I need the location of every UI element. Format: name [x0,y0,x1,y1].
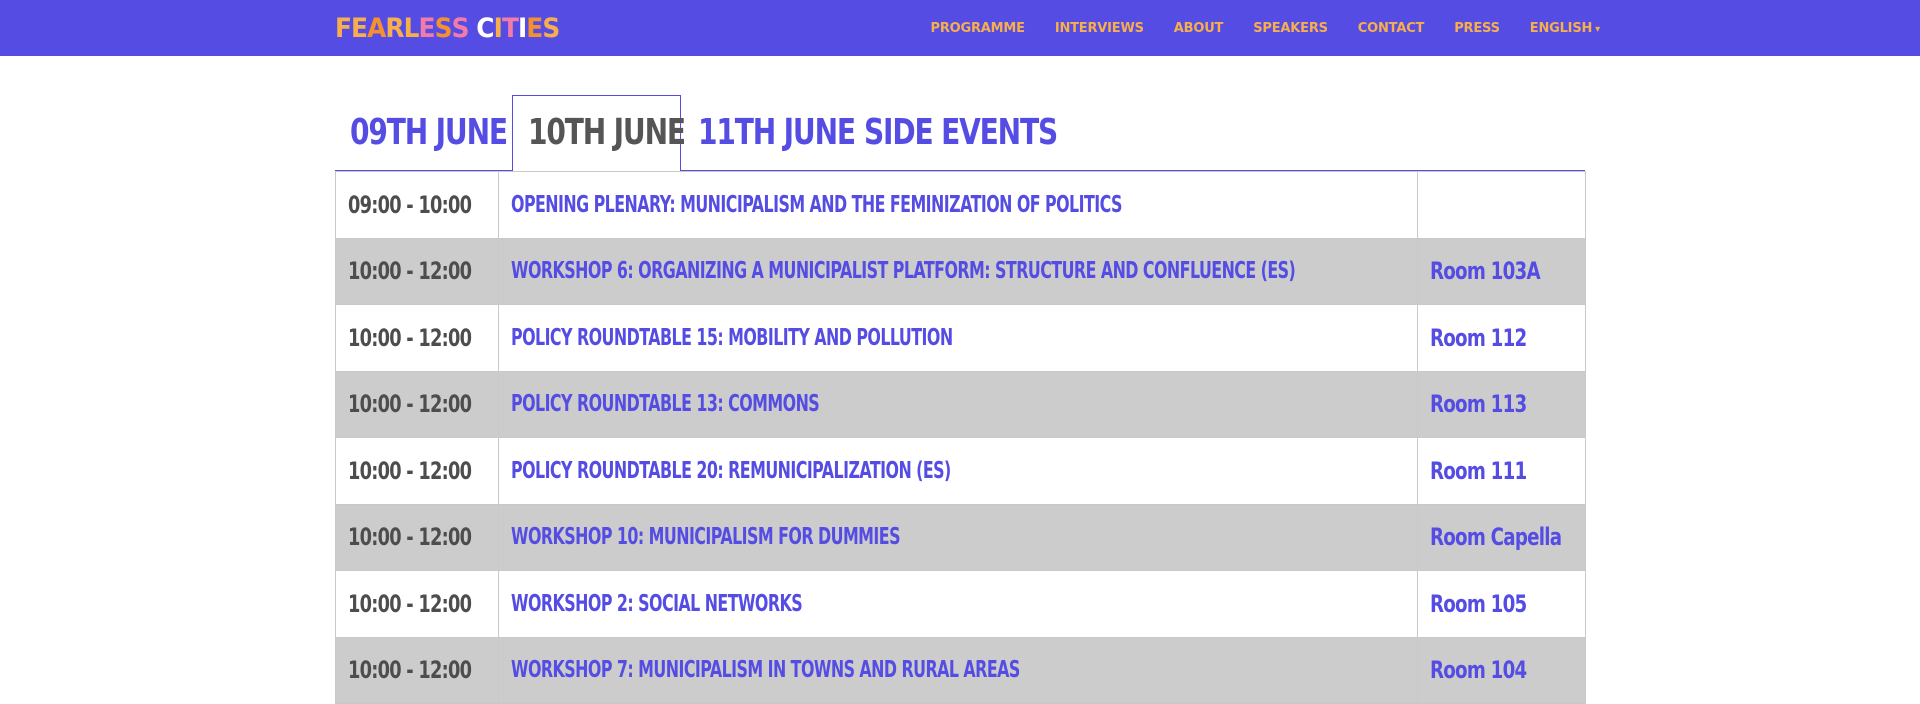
room-cell: Room 111 [1417,437,1586,505]
event-link[interactable]: OPENING PLENARY: MUNICIPALISM AND THE FE… [511,192,1122,218]
time-slot: 10:00 - 12:00 [348,523,472,552]
time-cell: 10:00 - 12:00 [335,503,499,571]
logo-letter: I [517,13,527,44]
event-cell: POLICY ROUNDTABLE 20: REMUNICIPALIZATION… [498,437,1418,505]
logo-letter: L [403,13,420,44]
fearless-cities-logo[interactable]: FEARLESS CITIES [335,13,560,45]
event-cell: OPENING PLENARY: MUNICIPALISM AND THE FE… [498,171,1418,239]
event-link[interactable]: POLICY ROUNDTABLE 20: REMUNICIPALIZATION… [511,458,951,484]
time-slot: 10:00 - 12:00 [348,257,472,286]
event-cell: WORKSHOP 7: MUNICIPALISM IN TOWNS AND RU… [498,636,1418,704]
event-link[interactable]: POLICY ROUNDTABLE 15: MOBILITY AND POLLU… [511,325,953,351]
nav-press[interactable]: PRESS [1454,21,1500,36]
room-cell: Room 103A [1417,237,1586,305]
time-slot: 10:00 - 12:00 [348,390,472,419]
room-label: Room 103A [1430,257,1541,286]
time-slot: 10:00 - 12:00 [348,323,472,352]
event-cell: POLICY ROUNDTABLE 15: MOBILITY AND POLLU… [498,304,1418,372]
table-row: 10:00 - 12:00 POLICY ROUNDTABLE 13: COMM… [335,370,1586,438]
language-label: ENGLISH [1529,20,1593,36]
time-cell: 10:00 - 12:00 [335,304,499,372]
time-slot: 10:00 - 12:00 [348,589,472,618]
main-nav: PROGRAMME INTERVIEWS ABOUT SPEAKERS CONT… [901,0,1601,56]
room-cell: Room 113 [1417,370,1586,438]
logo-letter: T [501,13,519,44]
room-cell: Room 105 [1417,570,1586,638]
logo-letter: S [451,13,470,44]
table-row: 10:00 - 12:00 WORKSHOP 6: ORGANIZING A M… [335,237,1586,305]
time-slot: 10:00 - 12:00 [348,656,472,685]
event-link[interactable]: POLICY ROUNDTABLE 13: COMMONS [511,391,820,417]
nav-interviews[interactable]: INTERVIEWS [1055,21,1144,36]
room-cell [1417,171,1586,239]
logo-letter: R [385,13,404,44]
tab-10th-june[interactable]: 10TH JUNE [528,95,686,171]
room-label: Room 105 [1430,589,1527,618]
event-link[interactable]: WORKSHOP 10: MUNICIPALISM FOR DUMMIES [511,524,900,550]
logo-letter: E [418,13,436,44]
logo-letter: I [493,13,503,44]
event-link[interactable]: WORKSHOP 7: MUNICIPALISM IN TOWNS AND RU… [511,657,1020,683]
time-cell: 10:00 - 12:00 [335,370,499,438]
room-cell: Room 104 [1417,636,1586,704]
table-row: 10:00 - 12:00 WORKSHOP 2: SOCIAL NETWORK… [335,570,1586,638]
tab-side-events[interactable]: SIDE EVENTS [864,95,1058,171]
table-row: 10:00 - 12:00 POLICY ROUNDTABLE 15: MOBI… [335,304,1586,372]
day-tabs: 09TH JUNE 10TH JUNE 11TH JUNE SIDE EVENT… [335,95,1585,172]
room-cell: Room 112 [1417,304,1586,372]
time-slot: 09:00 - 10:00 [348,190,472,219]
event-cell: WORKSHOP 2: SOCIAL NETWORKS [498,570,1418,638]
tab-09th-june[interactable]: 09TH JUNE [350,95,508,171]
logo-letter: E [526,13,543,44]
schedule-table: 09:00 - 10:00 OPENING PLENARY: MUNICIPAL… [335,171,1586,704]
event-link[interactable]: WORKSHOP 6: ORGANIZING A MUNICIPALIST PL… [511,258,1296,284]
time-cell: 10:00 - 12:00 [335,237,499,305]
event-link[interactable]: WORKSHOP 2: SOCIAL NETWORKS [511,591,803,617]
room-cell: Room Capella [1417,503,1586,571]
logo-letter: S [542,13,560,44]
logo-letter [469,13,477,45]
room-label: Room 111 [1430,456,1527,485]
time-cell: 10:00 - 12:00 [335,437,499,505]
logo-letter: A [367,13,386,44]
event-cell: POLICY ROUNDTABLE 13: COMMONS [498,370,1418,438]
chevron-down-icon: ▾ [1595,23,1600,35]
logo-letter: F [335,13,352,44]
time-cell: 10:00 - 12:00 [335,570,499,638]
nav-contact[interactable]: CONTACT [1358,21,1425,36]
nav-about[interactable]: ABOUT [1174,21,1224,36]
nav-speakers[interactable]: SPEAKERS [1253,21,1328,36]
table-row: 09:00 - 10:00 OPENING PLENARY: MUNICIPAL… [335,171,1586,239]
tab-11th-june[interactable]: 11TH JUNE [698,95,856,171]
room-label: Room 113 [1430,390,1527,419]
logo-letter: C [476,13,494,44]
time-cell: 09:00 - 10:00 [335,171,499,239]
time-slot: 10:00 - 12:00 [348,456,472,485]
time-cell: 10:00 - 12:00 [335,636,499,704]
language-selector[interactable]: ENGLISH ▾ [1530,21,1600,36]
room-label: Room 112 [1430,323,1527,352]
event-cell: WORKSHOP 6: ORGANIZING A MUNICIPALIST PL… [498,237,1418,305]
logo-letter: E [351,13,368,44]
logo-letter: S [434,13,453,44]
room-label: Room Capella [1430,523,1562,552]
top-navigation-bar: FEARLESS CITIES PROGRAMME INTERVIEWS ABO… [0,0,1920,56]
table-row: 10:00 - 12:00 WORKSHOP 7: MUNICIPALISM I… [335,636,1586,704]
room-label: Room 104 [1430,656,1527,685]
nav-programme[interactable]: PROGRAMME [931,21,1025,36]
table-row: 10:00 - 12:00 POLICY ROUNDTABLE 20: REMU… [335,437,1586,505]
event-cell: WORKSHOP 10: MUNICIPALISM FOR DUMMIES [498,503,1418,571]
table-row: 10:00 - 12:00 WORKSHOP 10: MUNICIPALISM … [335,503,1586,571]
